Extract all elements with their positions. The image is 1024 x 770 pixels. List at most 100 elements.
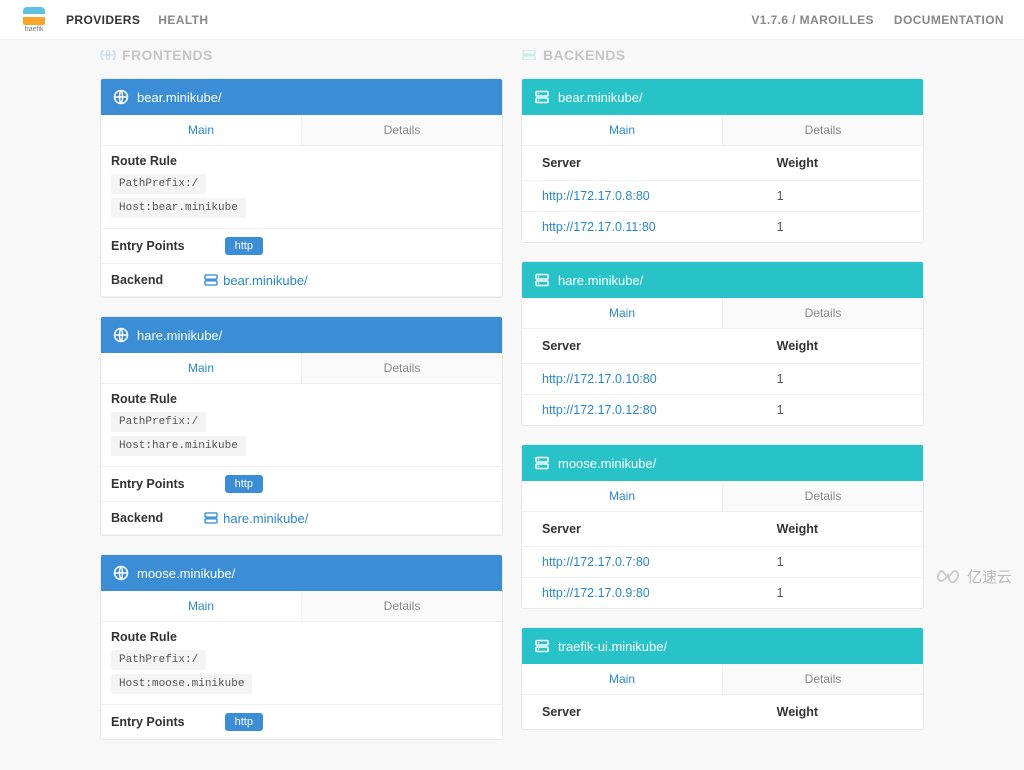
route-rule-label: Route Rule bbox=[111, 630, 492, 644]
entry-points-label: Entry Points bbox=[111, 477, 185, 491]
server-weight: 1 bbox=[777, 403, 903, 417]
backend-name: traefik-ui.minikube/ bbox=[558, 639, 667, 654]
backend-name: moose.minikube/ bbox=[558, 456, 656, 471]
tab-details[interactable]: Details bbox=[723, 115, 923, 145]
backends-section-title: BACKENDS bbox=[521, 50, 924, 60]
server-icon bbox=[534, 89, 550, 105]
server-icon bbox=[534, 272, 550, 288]
tab-details[interactable]: Details bbox=[723, 664, 923, 694]
tab-details[interactable]: Details bbox=[723, 298, 923, 328]
server-url[interactable]: http://172.17.0.9:80 bbox=[542, 586, 777, 600]
frontend-body: Route Rule PathPrefix:/ Host:hare.miniku… bbox=[101, 384, 502, 535]
server-row: http://172.17.0.12:80 1 bbox=[522, 395, 923, 425]
tab-main[interactable]: Main bbox=[522, 115, 723, 145]
tab-details[interactable]: Details bbox=[302, 353, 502, 383]
route-rule-label: Route Rule bbox=[111, 392, 492, 406]
server-col-label: Server bbox=[542, 705, 777, 719]
backend-body: Server Weight http://172.17.0.8:80 1 htt… bbox=[522, 146, 923, 242]
route-rule-chip: Host:hare.minikube bbox=[111, 436, 246, 456]
backend-panel: bear.minikube/ Main Details Server Weigh… bbox=[521, 78, 924, 243]
server-weight: 1 bbox=[777, 555, 903, 569]
frontends-column: FRONTENDS bear.minikube/ Main Details Ro… bbox=[100, 50, 503, 740]
frontend-panel: moose.minikube/ Main Details Route Rule … bbox=[100, 554, 503, 740]
server-url[interactable]: http://172.17.0.11:80 bbox=[542, 220, 777, 234]
tab-main[interactable]: Main bbox=[522, 664, 723, 694]
backend-tabs: Main Details bbox=[522, 664, 923, 695]
globe-icon bbox=[113, 565, 129, 581]
server-row: http://172.17.0.9:80 1 bbox=[522, 578, 923, 608]
nav-left: traefik PROVIDERS HEALTH bbox=[20, 6, 208, 34]
route-rule-label: Route Rule bbox=[111, 154, 492, 168]
backend-row: Backend bear.minikube/ bbox=[101, 264, 502, 297]
backend-row: Backend hare.minikube/ bbox=[101, 502, 502, 535]
tab-main[interactable]: Main bbox=[101, 353, 302, 383]
backend-link[interactable]: hare.minikube/ bbox=[203, 510, 308, 526]
frontend-name: bear.minikube/ bbox=[137, 90, 222, 105]
server-url[interactable]: http://172.17.0.7:80 bbox=[542, 555, 777, 569]
backend-body: Server Weight bbox=[522, 695, 923, 729]
frontend-body: Route Rule PathPrefix:/ Host:moose.minik… bbox=[101, 622, 502, 739]
server-table-header: Server Weight bbox=[522, 329, 923, 364]
http-badge: http bbox=[225, 475, 263, 493]
globe-icon bbox=[113, 327, 129, 343]
server-weight: 1 bbox=[777, 189, 903, 203]
entry-points-label: Entry Points bbox=[111, 715, 185, 729]
tab-details[interactable]: Details bbox=[302, 115, 502, 145]
tab-main[interactable]: Main bbox=[522, 481, 723, 511]
server-url[interactable]: http://172.17.0.12:80 bbox=[542, 403, 777, 417]
backend-panel-header: bear.minikube/ bbox=[522, 79, 923, 115]
backend-panel-header: hare.minikube/ bbox=[522, 262, 923, 298]
traefik-logo[interactable]: traefik bbox=[20, 6, 48, 34]
server-url[interactable]: http://172.17.0.10:80 bbox=[542, 372, 777, 386]
backend-label: Backend bbox=[111, 511, 163, 525]
tab-main[interactable]: Main bbox=[101, 115, 302, 145]
server-row: http://172.17.0.8:80 1 bbox=[522, 181, 923, 212]
frontend-name: moose.minikube/ bbox=[137, 566, 235, 581]
server-col-label: Server bbox=[542, 339, 777, 353]
nav-health[interactable]: HEALTH bbox=[158, 13, 208, 27]
server-icon bbox=[521, 50, 537, 60]
backend-panel-header: traefik-ui.minikube/ bbox=[522, 628, 923, 664]
nav-version[interactable]: V1.7.6 / MAROILLES bbox=[751, 13, 874, 27]
server-row: http://172.17.0.10:80 1 bbox=[522, 364, 923, 395]
traefik-logo-text: traefik bbox=[24, 26, 43, 33]
frontends-section-title: FRONTENDS bbox=[100, 50, 503, 60]
frontend-tabs: Main Details bbox=[101, 353, 502, 384]
server-table-header: Server Weight bbox=[522, 695, 923, 729]
frontend-body: Route Rule PathPrefix:/ Host:bear.miniku… bbox=[101, 146, 502, 297]
server-icon bbox=[203, 272, 219, 288]
backend-tabs: Main Details bbox=[522, 115, 923, 146]
backend-tabs: Main Details bbox=[522, 298, 923, 329]
backend-link[interactable]: bear.minikube/ bbox=[203, 272, 308, 288]
frontend-panel-header: bear.minikube/ bbox=[101, 79, 502, 115]
tab-details[interactable]: Details bbox=[723, 481, 923, 511]
frontend-panel: hare.minikube/ Main Details Route Rule P… bbox=[100, 316, 503, 536]
server-weight: 1 bbox=[777, 586, 903, 600]
nav-providers[interactable]: PROVIDERS bbox=[66, 13, 140, 27]
main-content: FRONTENDS bear.minikube/ Main Details Ro… bbox=[0, 40, 1024, 770]
backend-body: Server Weight http://172.17.0.7:80 1 htt… bbox=[522, 512, 923, 608]
backend-name: bear.minikube/ bbox=[558, 90, 643, 105]
tab-main[interactable]: Main bbox=[101, 591, 302, 621]
nav-documentation[interactable]: DOCUMENTATION bbox=[894, 13, 1004, 27]
weight-col-label: Weight bbox=[777, 339, 903, 353]
route-rule-chip: PathPrefix:/ bbox=[111, 412, 206, 432]
tab-details[interactable]: Details bbox=[302, 591, 502, 621]
backends-column: BACKENDS bear.minikube/ Main Details Ser… bbox=[521, 50, 924, 730]
server-row: http://172.17.0.11:80 1 bbox=[522, 212, 923, 242]
nav-right: V1.7.6 / MAROILLES DOCUMENTATION bbox=[751, 13, 1004, 27]
backend-panel: moose.minikube/ Main Details Server Weig… bbox=[521, 444, 924, 609]
backend-body: Server Weight http://172.17.0.10:80 1 ht… bbox=[522, 329, 923, 425]
server-url[interactable]: http://172.17.0.8:80 bbox=[542, 189, 777, 203]
tab-main[interactable]: Main bbox=[522, 298, 723, 328]
traefik-logo-icon bbox=[23, 7, 45, 25]
backend-panel: traefik-ui.minikube/ Main Details Server… bbox=[521, 627, 924, 730]
server-row: http://172.17.0.7:80 1 bbox=[522, 547, 923, 578]
frontend-tabs: Main Details bbox=[101, 115, 502, 146]
route-rule-chip: Host:bear.minikube bbox=[111, 198, 246, 218]
backend-name: hare.minikube/ bbox=[558, 273, 643, 288]
backend-label: Backend bbox=[111, 273, 163, 287]
route-rule-chip: Host:moose.minikube bbox=[111, 674, 252, 694]
entry-points-row: Entry Points http bbox=[101, 705, 502, 739]
server-col-label: Server bbox=[542, 522, 777, 536]
